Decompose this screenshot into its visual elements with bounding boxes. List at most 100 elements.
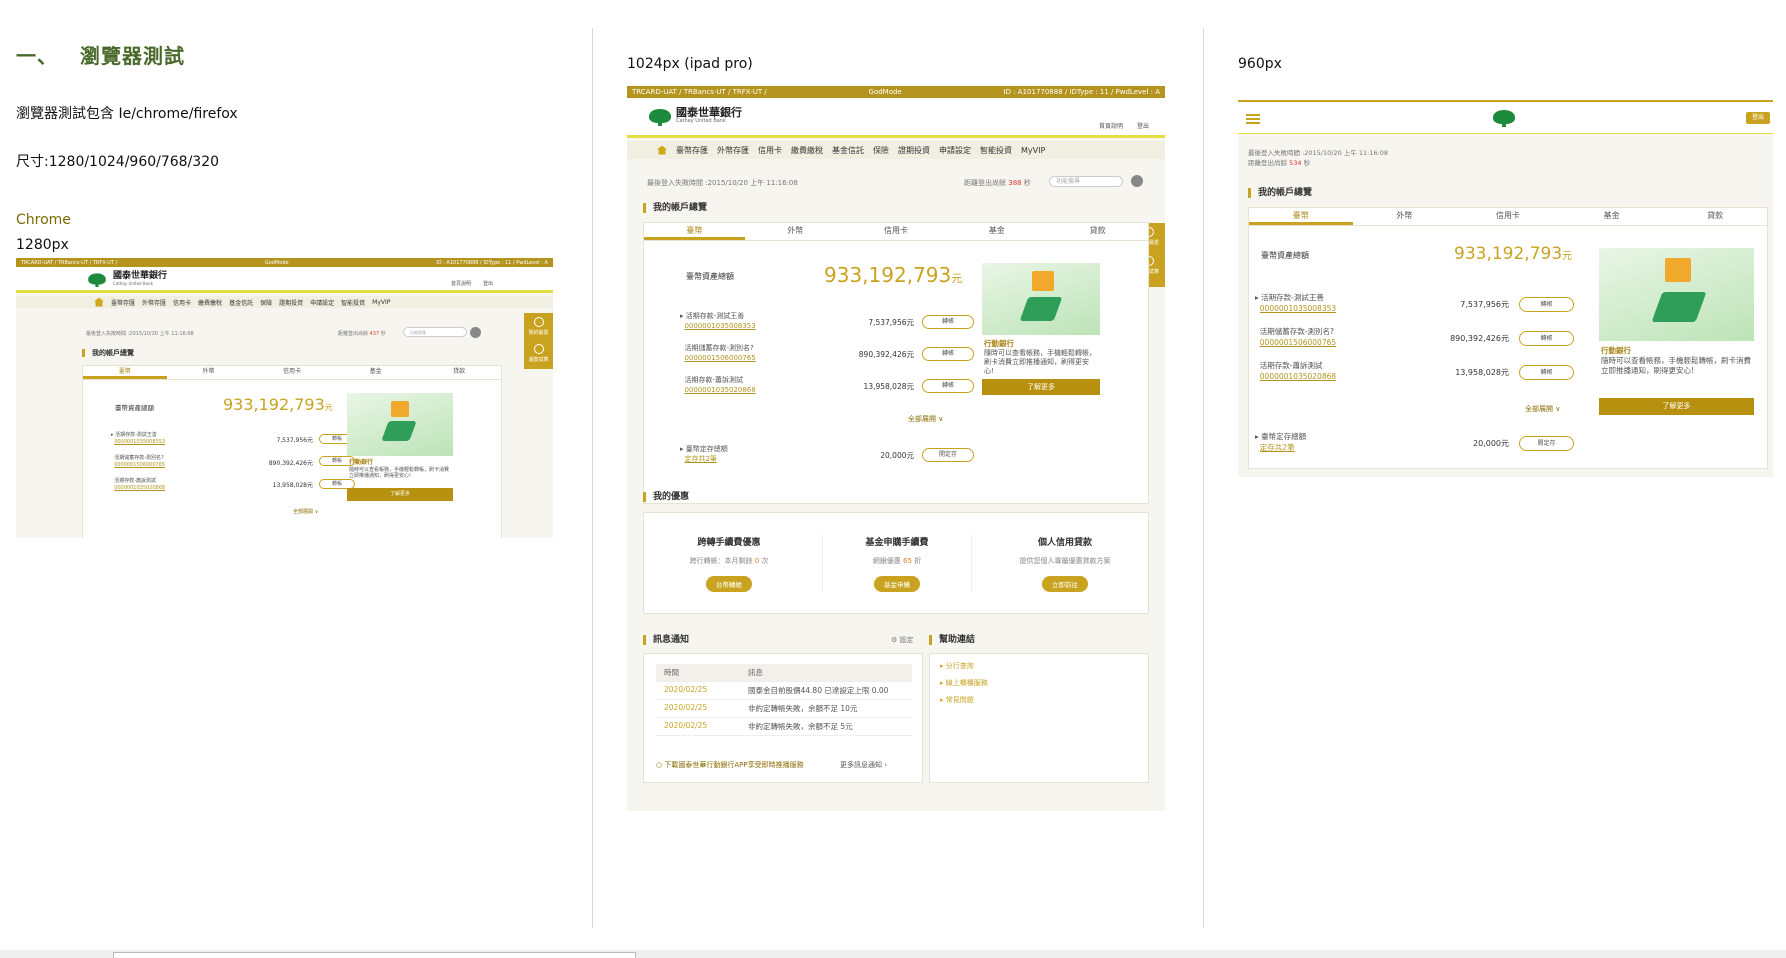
nav-item[interactable]: 證期投資 [898, 145, 930, 156]
nav-item[interactable]: 信用卡 [758, 145, 782, 156]
nav-item[interactable]: 外幣存匯 [717, 145, 749, 156]
home-icon[interactable] [657, 145, 667, 155]
bank-logo[interactable] [1493, 110, 1515, 127]
nav-item[interactable]: 信用卡 [173, 298, 191, 307]
tab-loan[interactable]: 貸款 [1047, 223, 1148, 240]
tab-loan[interactable]: 貸款 [417, 366, 501, 379]
expand-all-link[interactable]: 全部展開 ∨ [908, 414, 943, 424]
promo-desc: 隨時可以查看帳務，手機輕鬆轉帳，刷卡消費立即推播通知，刷得更安心! [984, 349, 1096, 376]
promo-title: 行動銀行 [984, 339, 1014, 348]
open-deposit-button[interactable]: 開定存 [922, 448, 974, 462]
offer-button[interactable]: 台幣轉帳 [706, 576, 752, 592]
transfer-button[interactable]: 轉帳 [922, 379, 974, 393]
learn-more-button[interactable]: 了解更多 [982, 379, 1100, 395]
menu-icon[interactable] [1246, 114, 1260, 124]
nav-item[interactable]: 外幣存匯 [142, 298, 166, 307]
account-no-link[interactable]: 0000001506000765 [684, 354, 755, 362]
tab-twd[interactable]: 臺幣 [83, 366, 167, 379]
learn-more-button[interactable]: 了解更多 [347, 488, 453, 501]
transfer-button[interactable]: 轉帳 [922, 347, 974, 361]
search-icon[interactable] [1131, 175, 1143, 187]
tab-card[interactable]: 信用卡 [1456, 208, 1560, 225]
tab-fx[interactable]: 外幣 [745, 223, 846, 240]
tab-card[interactable]: 信用卡 [846, 223, 947, 240]
tab-twd[interactable]: 臺幣 [644, 223, 745, 240]
size-label-1024: 1024px (ipad pro) [627, 56, 753, 72]
nav-item[interactable]: 繳費繳稅 [791, 145, 823, 156]
account-no-link[interactable]: 0000001035008353 [684, 322, 755, 330]
table-row[interactable]: 2020/02/25 非約定轉帳失敗，余額不足 5元 [656, 717, 912, 736]
logout-button[interactable]: 登出 [1746, 112, 1770, 124]
tab-fund[interactable]: 基金 [946, 223, 1047, 240]
open-deposit-button[interactable]: 開定存 [1519, 436, 1574, 451]
tab-fund[interactable]: 基金 [334, 366, 418, 379]
help-title: 幫助連結 [929, 635, 975, 645]
nav-item[interactable]: 臺幣存匯 [676, 145, 708, 156]
tab-loan[interactable]: 貸款 [1663, 208, 1767, 225]
help-link-item[interactable]: ▸ 常見問題 [940, 692, 988, 709]
account-no-link[interactable]: 0000001506000765 [114, 462, 165, 468]
nav-item[interactable]: 基金信託 [832, 145, 864, 156]
nav-item[interactable]: 申請設定 [310, 298, 334, 307]
transfer-button[interactable]: 轉帳 [922, 315, 974, 329]
tab-card[interactable]: 信用卡 [250, 366, 334, 379]
header-link-logout[interactable]: 登出 [483, 280, 493, 287]
account-no-link[interactable]: 0000001035020868 [114, 485, 165, 491]
nav-item[interactable]: 繳費繳稅 [198, 298, 222, 307]
transfer-button[interactable]: 轉帳 [1519, 297, 1574, 312]
fixed-link[interactable]: 定存共2筆 [684, 455, 716, 463]
table-row[interactable]: 2020/02/25 國泰金目前股價44.80 已達設定上限 0.00 [656, 681, 912, 700]
message-settings[interactable]: ⚙ 設定 [891, 635, 914, 645]
tab-fund[interactable]: 基金 [1560, 208, 1664, 225]
nav-item[interactable]: 基金信託 [229, 298, 253, 307]
help-link-item[interactable]: ▸ 線上櫃檯服務 [940, 675, 988, 692]
home-icon[interactable] [94, 297, 104, 307]
table-row[interactable]: 2020/02/25 非約定轉帳失敗，余額不足 10元 [656, 699, 912, 718]
bank-logo[interactable]: 國泰世華銀行 Cathay United Bank [649, 107, 742, 126]
search-icon[interactable] [470, 327, 481, 338]
nav-item[interactable]: MyVIP [372, 299, 390, 306]
tab-fx[interactable]: 外幣 [167, 366, 251, 379]
search-input[interactable]: 功能搜尋 [403, 327, 467, 337]
account-no-link[interactable]: 0000001035008353 [114, 439, 165, 445]
nav-item[interactable]: 證期投資 [279, 298, 303, 307]
fixed-link[interactable]: 定存共2筆 [1260, 443, 1295, 452]
offer-sub-unit: 折 [914, 557, 922, 565]
more-messages-link[interactable]: 更多訊息通知 › [840, 760, 887, 770]
account-no-link[interactable]: 0000001506000765 [1260, 338, 1336, 347]
learn-more-button[interactable]: 了解更多 [1599, 398, 1754, 415]
app-download-link[interactable]: ○ 下載國泰世華行動銀行APP享受即時推播服務 [656, 760, 804, 770]
dev-bar-mode: GodMode [264, 259, 289, 266]
nav-item[interactable]: 智能投資 [980, 145, 1012, 156]
help-link-item[interactable]: ▸ 分行查詢 [940, 658, 988, 675]
offer-button[interactable]: 立即前往 [1042, 576, 1088, 592]
account-no-link[interactable]: 0000001035008353 [1260, 304, 1336, 313]
last-login: 最後登入失敗時間 :2015/10/20 上午 11:16:08 [1248, 149, 1389, 157]
nav-item[interactable]: 申請設定 [939, 145, 971, 156]
nav-item[interactable]: MyVIP [1021, 146, 1045, 155]
nav-item[interactable]: 臺幣存匯 [111, 298, 135, 307]
nav-item[interactable]: 保險 [260, 298, 272, 307]
tab-fx[interactable]: 外幣 [1353, 208, 1457, 225]
header-link-help[interactable]: 首頁說明 [451, 280, 471, 287]
transfer-button[interactable]: 轉帳 [1519, 331, 1574, 346]
messages-title: 訊息通知 [643, 635, 689, 645]
nav-item[interactable]: 智能投資 [341, 298, 365, 307]
search-input[interactable]: 功能搜尋 [1049, 176, 1123, 187]
account-no-link[interactable]: 0000001035020868 [684, 386, 755, 394]
bank-logo[interactable]: 國泰世華銀行 Cathay United Bank [86, 272, 167, 288]
expand-all-link[interactable]: 全部展開 ∨ [1525, 404, 1560, 414]
asset-unit: 元 [1562, 251, 1573, 262]
side-tab-favorites[interactable]: 我的最愛 [524, 329, 553, 336]
offer-card: 個人信用貸款 提供您個人專屬優惠貸款方案 立即前往 [990, 535, 1140, 592]
side-tab-repay[interactable]: 還款試算 [524, 356, 553, 363]
tab-twd[interactable]: 臺幣 [1249, 208, 1353, 225]
transfer-button[interactable]: 轉帳 [1519, 365, 1574, 380]
promo-title: 行動銀行 [1601, 346, 1631, 355]
offer-button[interactable]: 基金申購 [874, 576, 920, 592]
header-link-logout[interactable]: 登出 [1137, 121, 1149, 130]
header-link-help[interactable]: 首頁說明 [1099, 121, 1123, 130]
expand-all-link[interactable]: 全部展開 ∨ [293, 508, 318, 515]
nav-item[interactable]: 保險 [873, 145, 889, 156]
account-no-link[interactable]: 0000001035020868 [1260, 372, 1336, 381]
